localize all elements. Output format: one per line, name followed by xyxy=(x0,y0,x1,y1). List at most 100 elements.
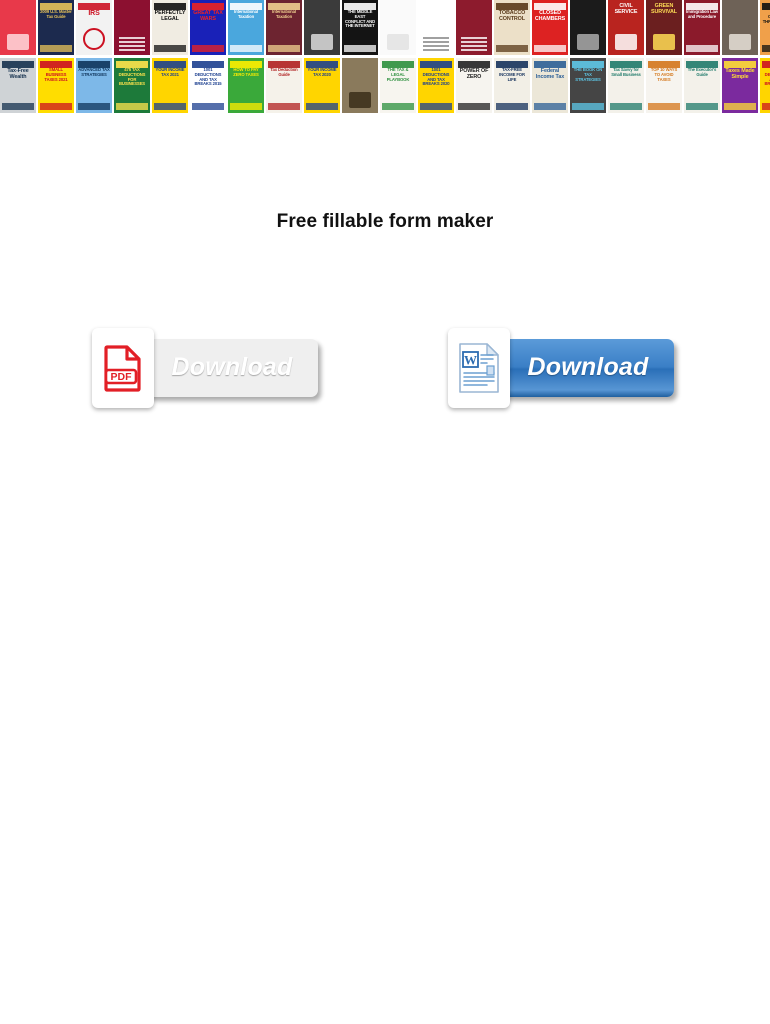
book-cover-thumbnail[interactable] xyxy=(0,0,36,55)
book-title-text: Federal Income Tax xyxy=(534,68,566,80)
book-cover-art: TOBACCO CONTROL xyxy=(494,0,530,55)
book-cover-thumbnail[interactable]: The Executor's Guide xyxy=(684,58,720,113)
book-cover-thumbnail[interactable]: International Taxation xyxy=(266,0,302,55)
book-cover-thumbnail[interactable]: Federal Income Tax xyxy=(532,58,568,113)
book-title-text: 1001 DEDUCTIONS AND TAX BREAKS 2015 xyxy=(192,68,224,87)
book-cover-thumbnail[interactable]: CLOSED CHAMBERS xyxy=(532,0,568,55)
book-cover-art: TOP 10 WAYS TO AVOID TAXES xyxy=(646,58,682,113)
book-cover-thumbnail[interactable]: 1001 DEDUCTIONS AND TAX BREAKS 2020 xyxy=(418,58,454,113)
book-cover-art: THE BOOK ON TAX STRATEGIES xyxy=(570,58,606,113)
book-title-text: THE MIDDLE EAST CONFLICT AND THE INTERNE… xyxy=(344,10,376,29)
book-cover-thumbnail[interactable]: 1001 DEDUCTIONS AND TAX BREAKS 2021 xyxy=(760,58,770,113)
book-cover-art: CLOSED CHAMBERS xyxy=(532,0,568,55)
book-cover-thumbnail[interactable]: Tax Savvy for Small Business xyxy=(608,58,644,113)
book-cover-thumbnail[interactable] xyxy=(722,0,758,55)
pdf-download-group: PDF Download xyxy=(92,328,318,408)
book-title-text: TAX-FREE INCOME FOR LIFE xyxy=(496,68,528,82)
book-cover-thumbnail[interactable]: IRS xyxy=(76,0,112,55)
book-cover-thumbnail[interactable]: CIVIL SERVICE xyxy=(608,0,644,55)
book-cover-thumbnail[interactable] xyxy=(456,0,492,55)
book-title-text: Immigration Law and Procedure xyxy=(686,10,718,20)
cover-art-band xyxy=(154,103,186,110)
book-cover-thumbnail[interactable]: TOBACCO CONTROL xyxy=(494,0,530,55)
book-cover-art xyxy=(722,0,758,55)
book-cover-thumbnail[interactable]: TAX-FREE INCOME FOR LIFE xyxy=(494,58,530,113)
book-cover-art: FISCAL CONTROL THROUGH LAW xyxy=(760,0,770,55)
cover-art-band xyxy=(610,103,642,110)
download-doc-button[interactable]: Download xyxy=(502,339,674,397)
cover-art-block xyxy=(349,92,371,108)
book-cover-thumbnail[interactable]: 1001 DEDUCTIONS AND TAX BREAKS 2015 xyxy=(190,58,226,113)
book-cover-thumbnail[interactable] xyxy=(380,0,416,55)
book-cover-thumbnail[interactable]: YOUR INCOME TAX 2020 xyxy=(304,58,340,113)
book-cover-thumbnail[interactable]: 475 TAX DEDUCTIONS FOR BUSINESSES xyxy=(114,58,150,113)
book-cover-thumbnail[interactable] xyxy=(114,0,150,55)
book-cover-thumbnail[interactable]: International Taxation xyxy=(228,0,264,55)
book-cover-art: Federal Income Tax xyxy=(532,58,568,113)
cover-art-band xyxy=(268,45,300,52)
book-cover-art xyxy=(342,58,378,113)
book-cover-thumbnail[interactable] xyxy=(570,0,606,55)
book-cover-thumbnail[interactable]: Immigration Law and Procedure xyxy=(684,0,720,55)
book-cover-thumbnail[interactable]: THE TAX & LEGAL PLAYBOOK xyxy=(380,58,416,113)
cover-art-band xyxy=(496,45,528,52)
book-cover-thumbnail[interactable] xyxy=(418,0,454,55)
book-cover-thumbnail[interactable] xyxy=(304,0,340,55)
book-cover-thumbnail[interactable]: GREAT TAX WARS xyxy=(190,0,226,55)
book-title-text: Taxes Made Simple xyxy=(724,68,756,80)
book-cover-art: CIVIL SERVICE xyxy=(608,0,644,55)
book-title-text: IRS xyxy=(78,10,110,17)
cover-art-band xyxy=(686,45,718,52)
book-cover-thumbnail[interactable]: SMALL BUSINESS TAXES 2021 xyxy=(38,58,74,113)
book-title-text: 2009 U.S. Master Tax Guide xyxy=(40,10,72,20)
cover-art-band xyxy=(230,103,262,110)
cover-art-block xyxy=(577,34,599,50)
book-cover-thumbnail[interactable]: Tax Deduction Guide xyxy=(266,58,302,113)
book-cover-thumbnail[interactable]: GREEN SURVIVAL xyxy=(646,0,682,55)
book-cover-art: International Taxation xyxy=(228,0,264,55)
cover-art-block xyxy=(615,34,637,50)
book-cover-thumbnail[interactable]: ADVANCED TAX STRATEGIES xyxy=(76,58,112,113)
book-cover-thumbnail[interactable]: POWER OF ZERO xyxy=(456,58,492,113)
cover-art-band xyxy=(762,103,770,110)
cover-art-band xyxy=(230,45,262,52)
cover-art-line xyxy=(461,45,487,47)
cover-art-circle xyxy=(83,28,105,50)
book-cover-thumbnail[interactable]: THE BOOK ON TAX STRATEGIES xyxy=(570,58,606,113)
book-cover-thumbnail[interactable]: Tax-Free Wealth xyxy=(0,58,36,113)
cover-art-line xyxy=(461,41,487,43)
book-cover-thumbnail[interactable]: 2009 U.S. Master Tax Guide xyxy=(38,0,74,55)
book-cover-thumbnail[interactable]: Taxes Made Simple xyxy=(722,58,758,113)
cover-art-band xyxy=(40,103,72,110)
book-title-text: 1001 DEDUCTIONS AND TAX BREAKS 2020 xyxy=(420,68,452,87)
book-cover-art: 1001 DEDUCTIONS AND TAX BREAKS 2015 xyxy=(190,58,226,113)
book-cover-art xyxy=(114,0,150,55)
download-pdf-button[interactable]: Download xyxy=(146,339,318,397)
cover-art-block xyxy=(387,34,409,50)
book-title-text: YOUR INCOME TAX 2021 xyxy=(154,68,186,78)
book-cover-art xyxy=(418,0,454,55)
book-cover-art: The Executor's Guide xyxy=(684,58,720,113)
book-cover-thumbnail[interactable]: FISCAL CONTROL THROUGH LAW xyxy=(760,0,770,55)
cover-art-band xyxy=(762,45,770,52)
book-cover-thumbnail[interactable]: YOUR INCOME TAX 2021 xyxy=(152,58,188,113)
cover-art-line xyxy=(119,45,145,47)
book-cover-art xyxy=(0,0,36,55)
book-title-text: GREEN SURVIVAL xyxy=(648,3,680,15)
book-title-text: THE TAX & LEGAL PLAYBOOK xyxy=(382,68,414,82)
cover-art-block xyxy=(653,34,675,50)
book-cover-art: 1001 DEDUCTIONS AND TAX BREAKS 2020 xyxy=(418,58,454,113)
cover-art-band xyxy=(382,103,414,110)
book-cover-thumbnail[interactable] xyxy=(342,58,378,113)
book-title-text: 475 TAX DEDUCTIONS FOR BUSINESSES xyxy=(116,68,148,87)
book-cover-thumbnail[interactable]: PERFECTLY LEGAL xyxy=(152,0,188,55)
book-title-text: GREAT TAX WARS xyxy=(192,10,224,22)
book-cover-art: THE MIDDLE EAST CONFLICT AND THE INTERNE… xyxy=(342,0,378,55)
cover-art-band xyxy=(420,103,452,110)
cover-art-band xyxy=(192,103,224,110)
book-cover-thumbnail[interactable]: THE MIDDLE EAST CONFLICT AND THE INTERNE… xyxy=(342,0,378,55)
book-cover-thumbnail[interactable]: HOW TO PAY ZERO TAXES xyxy=(228,58,264,113)
pdf-icon-label: PDF xyxy=(111,371,133,383)
book-cover-thumbnail[interactable]: TOP 10 WAYS TO AVOID TAXES xyxy=(646,58,682,113)
book-cover-art xyxy=(304,0,340,55)
